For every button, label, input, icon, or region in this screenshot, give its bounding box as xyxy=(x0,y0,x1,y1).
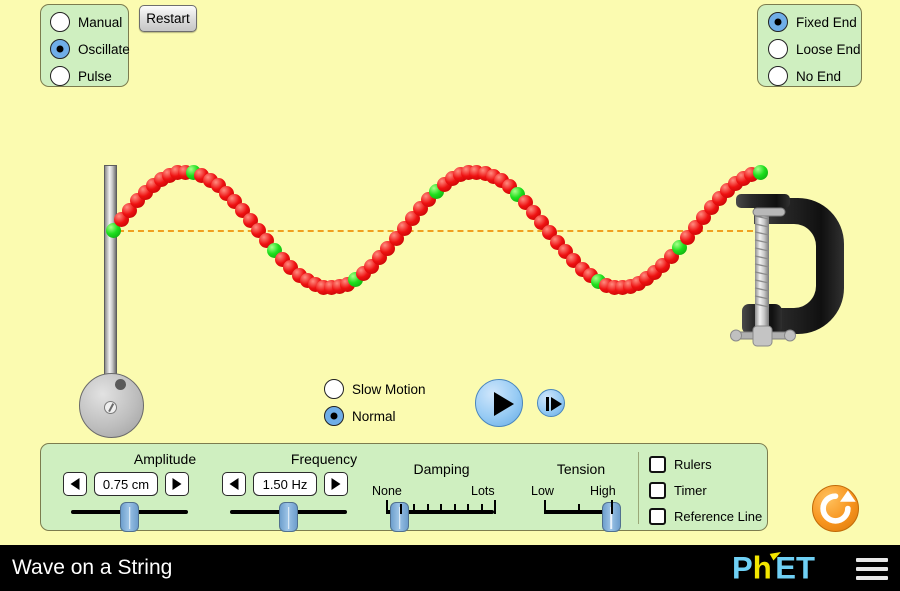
radio-pulse-indicator xyxy=(50,66,70,86)
play-icon xyxy=(494,392,514,416)
sim-speed-group: Slow Motion Normal xyxy=(324,379,426,426)
damping-slider[interactable] xyxy=(386,500,496,532)
amplitude-title: Amplitude xyxy=(133,451,197,467)
checkbox-timer[interactable]: Timer xyxy=(649,482,762,499)
slider-tick xyxy=(577,504,580,514)
hamburger-menu-icon[interactable] xyxy=(856,558,888,580)
phet-logo[interactable]: P h ET xyxy=(732,552,845,584)
amplitude-readout: 0.75 cm xyxy=(94,472,158,496)
checkbox-reference-line-box xyxy=(649,508,666,525)
sim-title: Wave on a String xyxy=(12,556,173,579)
radio-loose-end-indicator xyxy=(768,39,788,59)
radio-fixed-end-indicator xyxy=(768,12,788,32)
radio-pulse-label: Pulse xyxy=(78,68,112,84)
checkbox-reference-line-label: Reference Line xyxy=(674,509,763,524)
slider-tick xyxy=(413,504,415,514)
checkbox-rulers-box xyxy=(649,456,666,473)
damping-min-label: None xyxy=(372,484,402,498)
slider-tick xyxy=(467,504,469,514)
radio-no-end[interactable]: No End xyxy=(768,66,861,86)
radio-slow-motion-indicator xyxy=(324,379,344,399)
phet-logo-et: ET xyxy=(775,552,815,584)
panel-divider xyxy=(638,452,639,524)
phet-logo-p: P xyxy=(732,552,753,584)
tension-min-label: Low xyxy=(531,484,554,498)
radio-slow-motion[interactable]: Slow Motion xyxy=(324,379,426,399)
radio-oscillate[interactable]: Oscillate xyxy=(50,39,130,59)
radio-loose-end[interactable]: Loose End xyxy=(768,39,861,59)
step-forward-icon xyxy=(551,397,562,411)
slider-tick xyxy=(480,504,483,514)
slider-tick xyxy=(386,500,388,514)
left-arrow-icon xyxy=(70,478,80,490)
radio-fixed-end[interactable]: Fixed End xyxy=(768,12,861,32)
frequency-increment-button[interactable] xyxy=(324,472,348,496)
radio-manual[interactable]: Manual xyxy=(50,12,128,32)
amplitude-slider-thumb[interactable] xyxy=(120,502,139,532)
amplitude-slider[interactable] xyxy=(71,502,188,532)
slider-tick xyxy=(399,504,402,514)
radio-fixed-end-label: Fixed End xyxy=(796,14,857,30)
checkbox-rulers-label: Rulers xyxy=(674,457,712,472)
wave-mode-panel: Manual Oscillate Pulse xyxy=(40,4,130,87)
tension-slider[interactable] xyxy=(544,500,621,532)
checkbox-timer-label: Timer xyxy=(674,483,707,498)
end-type-panel: Fixed End Loose End No End xyxy=(757,4,862,87)
wave-bead-marker xyxy=(752,164,768,180)
radio-loose-end-label: Loose End xyxy=(796,41,861,57)
slider-tick xyxy=(544,500,546,514)
checkbox-reference-line[interactable]: Reference Line xyxy=(649,508,762,525)
radio-no-end-indicator xyxy=(768,66,788,86)
amplitude-decrement-button[interactable] xyxy=(63,472,87,496)
checkbox-timer-box xyxy=(649,482,666,499)
phet-logo-h: h xyxy=(753,552,772,584)
slider-tick xyxy=(440,504,442,514)
left-arrow-icon xyxy=(229,478,239,490)
control-panel: Amplitude 0.75 cm Frequency 1.50 Hz Damp… xyxy=(40,443,768,532)
radio-manual-label: Manual xyxy=(78,14,123,30)
frequency-slider-thumb[interactable] xyxy=(279,502,298,532)
frequency-decrement-button[interactable] xyxy=(222,472,246,496)
play-button[interactable] xyxy=(475,379,523,427)
restart-button[interactable]: Restart xyxy=(139,5,197,32)
radio-oscillate-label: Oscillate xyxy=(78,41,130,57)
radio-normal[interactable]: Normal xyxy=(324,406,426,426)
slider-tick xyxy=(611,500,613,514)
frequency-slider[interactable] xyxy=(230,502,347,532)
radio-slow-motion-label: Slow Motion xyxy=(352,381,426,397)
menu-bar-2 xyxy=(856,566,888,572)
view-options-group: Rulers Timer Reference Line xyxy=(649,456,762,525)
radio-pulse[interactable]: Pulse xyxy=(50,66,128,86)
tension-title: Tension xyxy=(556,461,606,477)
reset-all-button[interactable] xyxy=(812,485,859,532)
slider-tick xyxy=(453,504,456,514)
simulation-stage: Manual Oscillate Pulse Restart Fixed End… xyxy=(0,0,900,545)
radio-oscillate-indicator xyxy=(50,39,70,59)
right-arrow-icon xyxy=(172,478,182,490)
menu-bar-1 xyxy=(856,558,888,563)
frequency-readout: 1.50 Hz xyxy=(253,472,317,496)
damping-max-label: Lots xyxy=(471,484,495,498)
title-bar: Wave on a String P h ET xyxy=(0,545,900,591)
reset-all-icon xyxy=(820,490,856,524)
tension-max-label: High xyxy=(590,484,616,498)
radio-manual-indicator xyxy=(50,12,70,32)
amplitude-increment-button[interactable] xyxy=(165,472,189,496)
step-forward-icon-bar xyxy=(546,397,549,411)
slider-tick xyxy=(426,504,429,514)
radio-no-end-label: No End xyxy=(796,68,842,84)
right-arrow-icon xyxy=(331,478,341,490)
slider-tick xyxy=(494,500,496,514)
menu-bar-3 xyxy=(856,575,888,580)
checkbox-rulers[interactable]: Rulers xyxy=(649,456,762,473)
radio-normal-label: Normal xyxy=(352,408,396,424)
step-forward-button[interactable] xyxy=(537,389,565,417)
damping-title: Damping xyxy=(413,461,470,477)
radio-normal-indicator xyxy=(324,406,344,426)
